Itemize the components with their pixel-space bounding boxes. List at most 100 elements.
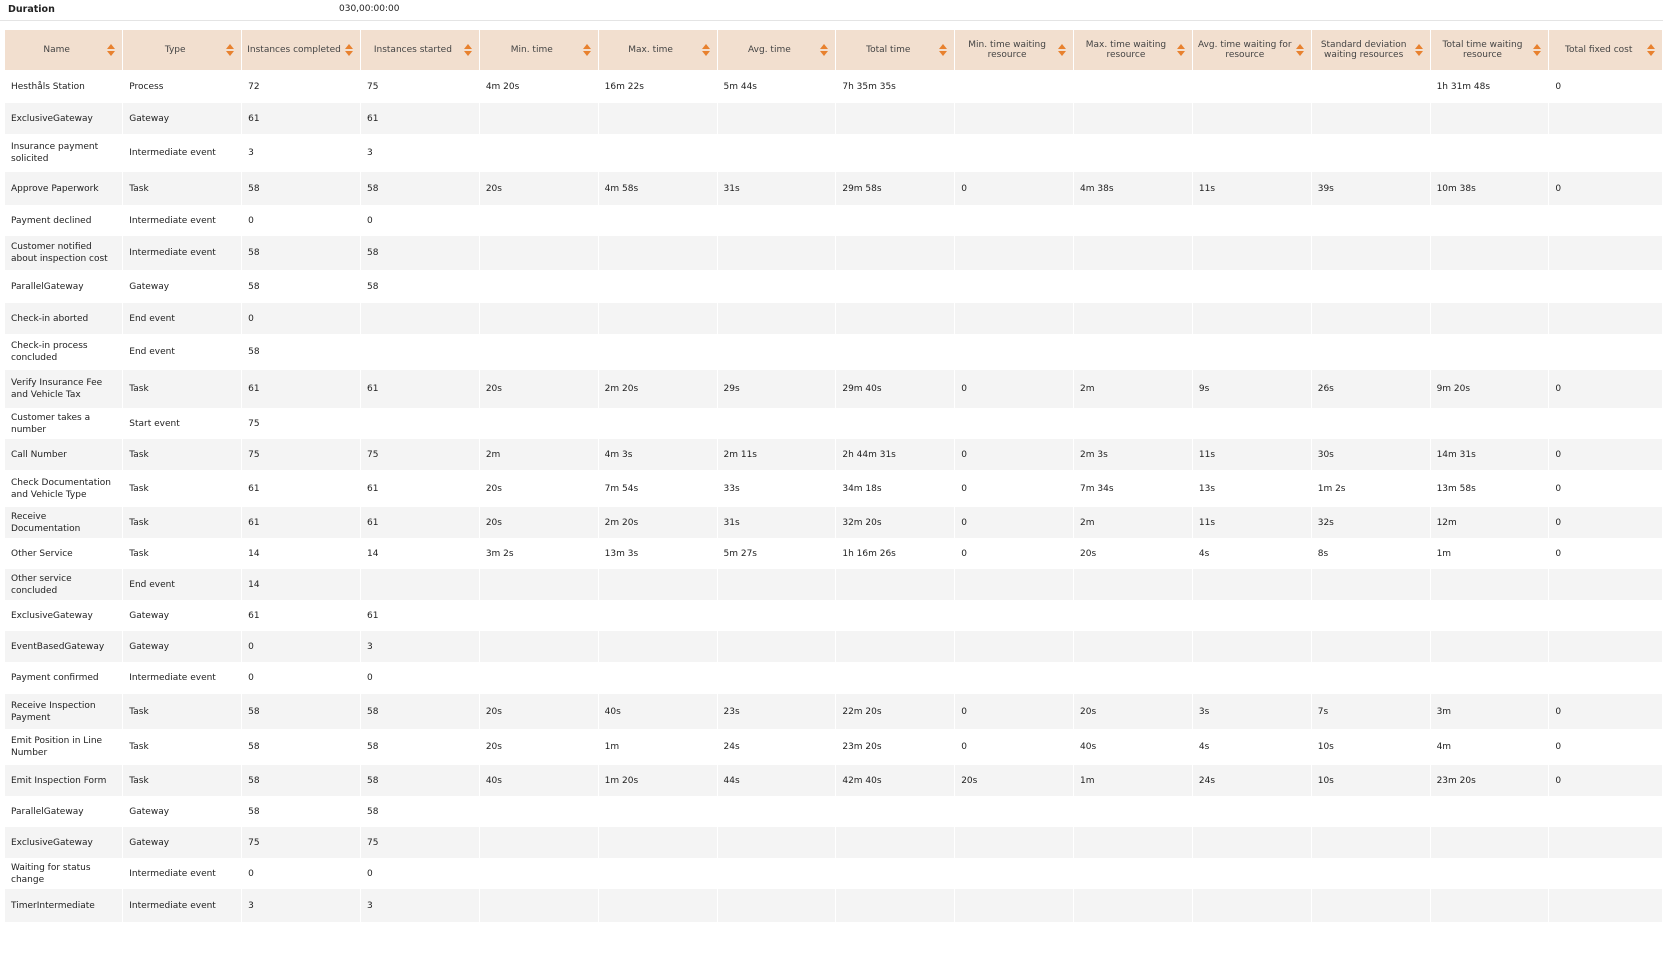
table-cell: 61 [360,103,480,134]
column-header-min-time[interactable]: Min. time [479,30,599,70]
table-cell: 40s [479,765,599,796]
table-cell: 31s [717,507,837,538]
table-cell [1548,270,1663,303]
table-row[interactable]: Receive Documentation Task 61 61 20s 2m 20s 31… [5,507,1663,538]
table-row[interactable]: Emit Inspection Form Task 58 58 40s 1m 20s 44s… [5,765,1663,796]
table-cell: 4s [1192,729,1312,765]
table-row[interactable]: Emit Position in Line Number Task 58 58 20s 1… [5,729,1663,765]
column-header-max-time[interactable]: Max. time [598,30,718,70]
table-cell: Emit Position in Line Number [5,729,124,765]
table-cell: 2m 11s [717,439,837,470]
sort-arrows-icon[interactable] [226,44,235,56]
column-header-total-time-waiting-resource[interactable]: Total time waiting resource [1430,30,1550,70]
table-row[interactable]: Check-in aborted End event 0 [5,303,1663,334]
column-header-instances-started[interactable]: Instances started [360,30,480,70]
sort-arrows-icon[interactable] [1176,44,1185,56]
column-header-total-time[interactable]: Total time [835,30,956,70]
table-cell: 0 [241,858,361,889]
sort-arrows-icon[interactable] [939,44,948,56]
table-row[interactable]: Call Number Task 75 75 2m 4m 3s 2m 11s 2h 44m 3… [5,439,1663,470]
table-row[interactable]: Other service concluded End event 14 [5,569,1663,600]
table-cell: 58 [360,796,480,827]
table-row[interactable]: Approve Paperwork Task 58 58 20s 4m 58s 31s 29m… [5,172,1663,205]
table-cell: 10m 38s [1430,172,1550,205]
table-cell [1311,827,1431,858]
table-row[interactable]: Check-in process concluded End event 58 [5,334,1663,370]
table-cell: 12m [1430,507,1550,538]
column-header-instances-completed[interactable]: Instances completed [241,30,361,70]
table-row[interactable]: ExclusiveGateway Gateway 61 61 [5,600,1663,631]
sort-arrows-icon[interactable] [1058,44,1067,56]
table-cell: 0 [954,694,1075,729]
sort-arrows-icon[interactable] [344,44,353,56]
table-cell [835,631,956,662]
table-cell: 61 [360,470,480,507]
sort-arrows-icon[interactable] [1414,44,1423,56]
table-cell [1192,600,1312,631]
table-cell: Task [122,694,243,729]
table-cell: Payment confirmed [5,662,124,694]
table-cell: Check-in process concluded [5,334,124,370]
column-header-name[interactable]: Name [5,30,124,70]
table-row[interactable]: Payment declined Intermediate event 0 0 [5,205,1663,236]
table-cell [598,827,718,858]
column-header-label: Instances completed [247,45,341,55]
table-cell [835,827,956,858]
table-row[interactable]: Payment confirmed Intermediate event 0 0 [5,662,1663,694]
table-cell: 75 [360,70,480,103]
column-header-standard-deviation-waiting-resources[interactable]: Standard deviation waiting resources [1311,30,1431,70]
table-row[interactable]: Check Documentation and Vehicle Type Task… [5,470,1663,507]
table-cell: 24s [717,729,837,765]
table-cell: 40s [1073,729,1193,765]
sort-arrows-icon[interactable] [1533,44,1542,56]
column-header-avg-time[interactable]: Avg. time [717,30,837,70]
table-cell: 75 [360,827,480,858]
table-cell: 11s [1192,507,1312,538]
table-cell [1192,796,1312,827]
column-header-min-time-waiting-resource[interactable]: Min. time waiting resource [954,30,1075,70]
table-row[interactable]: EventBasedGateway Gateway 0 3 [5,631,1663,662]
table-row[interactable]: TimerIntermediate Intermediate event 3 3 [5,889,1663,922]
sort-arrows-icon[interactable] [582,44,591,56]
column-header-type[interactable]: Type [122,30,243,70]
table-row[interactable]: ParallelGateway Gateway 58 58 [5,270,1663,303]
sort-arrows-icon[interactable] [463,44,472,56]
table-cell: 7s [1311,694,1431,729]
table-cell [1311,569,1431,600]
table-cell [598,303,718,334]
table-row[interactable]: Other Service Task 14 14 3m 2s 13m 3s 5m 27s 1h… [5,538,1663,569]
sort-arrows-icon[interactable] [1647,44,1655,56]
table-cell [1430,889,1550,922]
table-row[interactable]: Waiting for status change Intermediate ev… [5,858,1663,889]
table-cell [1311,134,1431,172]
table-cell: 9s [1192,370,1312,408]
table-cell: 20s [1073,538,1193,569]
table-row[interactable]: Receive Inspection Payment Task 58 58 20s 40s… [5,694,1663,729]
table-cell: 58 [241,729,361,765]
table-row[interactable]: Insurance payment solicited Intermediate … [5,134,1663,172]
column-header-total-fixed-cost[interactable]: Total fixed cost [1548,30,1663,70]
table-cell [479,569,599,600]
table-cell: Other Service [5,538,124,569]
column-header-label: Instances started [373,45,452,55]
table-cell: ExclusiveGateway [5,827,124,858]
table-row[interactable]: ParallelGateway Gateway 58 58 [5,796,1663,827]
sort-arrows-icon[interactable] [1295,44,1304,56]
column-header-max-time-waiting-resource[interactable]: Max. time waiting resource [1073,30,1193,70]
column-header-avg-time-waiting-for-resource[interactable]: Avg. time waiting for resource [1192,30,1312,70]
sort-arrows-icon[interactable] [820,44,829,56]
table-cell: 75 [241,408,361,439]
sort-arrows-icon[interactable] [107,44,116,56]
table-cell: 33s [717,470,837,507]
table-row[interactable]: Verify Insurance Fee and Vehicle Tax Task… [5,370,1663,408]
table-cell: 75 [360,439,480,470]
table-row[interactable]: Customer takes a number Start event 75 [5,408,1663,439]
sort-arrows-icon[interactable] [701,44,710,56]
table-row[interactable]: ExclusiveGateway Gateway 75 75 [5,827,1663,858]
table-cell [1192,334,1312,370]
table-row[interactable]: Customer notified about inspection cost I… [5,236,1663,270]
table-cell: 20s [479,507,599,538]
table-cell: EventBasedGateway [5,631,124,662]
table-row[interactable]: ExclusiveGateway Gateway 61 61 [5,103,1663,134]
table-row[interactable]: Hesthåls Station Process 72 75 4m 20s 16m 22s… [5,70,1663,103]
